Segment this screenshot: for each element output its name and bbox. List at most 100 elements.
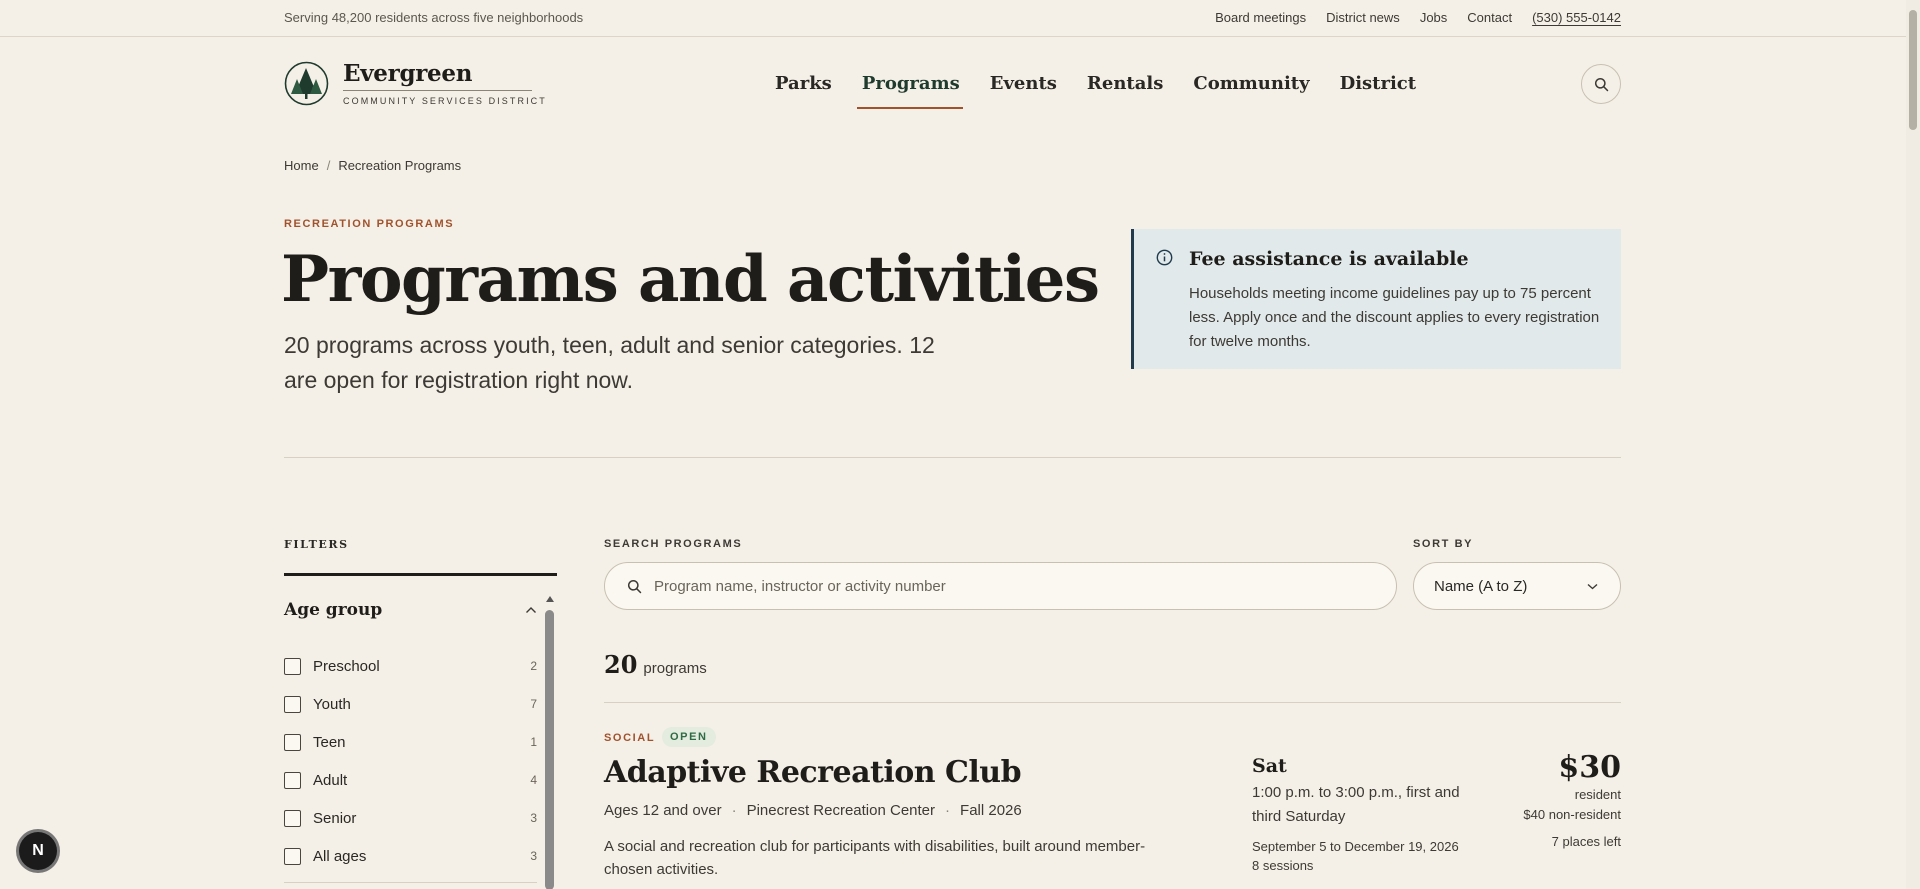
- schedule-sessions: 8 sessions: [1252, 858, 1314, 873]
- nav-parks[interactable]: Parks: [775, 73, 847, 109]
- option-label: Senior: [313, 809, 357, 827]
- option-count: 4: [530, 773, 537, 787]
- option-label: All ages: [313, 847, 367, 865]
- places-left: 7 places left: [1551, 834, 1621, 849]
- breadcrumb-current: Recreation Programs: [338, 158, 462, 173]
- age-option-youth[interactable]: Youth 7: [284, 685, 537, 723]
- phone-link[interactable]: (530) 555-0142: [1532, 10, 1621, 25]
- checkbox[interactable]: [284, 809, 301, 827]
- price-resident-label: resident: [1574, 787, 1621, 802]
- scroll-up-arrow-icon[interactable]: [546, 596, 554, 602]
- option-count: 3: [530, 811, 537, 825]
- search-label: SEARCH PROGRAMS: [604, 538, 743, 550]
- checkbox[interactable]: [284, 695, 301, 713]
- program-ages: Ages 12 and over: [604, 802, 722, 819]
- section-divider: [284, 457, 1621, 458]
- hero-eyebrow: RECREATION PROGRAMS: [284, 218, 455, 230]
- filters-divider: [284, 882, 537, 883]
- link-contact[interactable]: Contact: [1467, 10, 1512, 25]
- logo-subtitle: COMMUNITY SERVICES DISTRICT: [343, 95, 547, 106]
- filters-rule: [284, 573, 557, 576]
- price-amount: $30: [1558, 750, 1621, 785]
- link-jobs[interactable]: Jobs: [1420, 10, 1447, 25]
- program-description: A social and recreation club for partici…: [604, 838, 1146, 878]
- breadcrumb-home[interactable]: Home: [284, 158, 319, 173]
- tree-logo-icon: [284, 61, 329, 106]
- sort-label: SORT BY: [1413, 538, 1474, 550]
- link-district-news[interactable]: District news: [1326, 10, 1400, 25]
- option-count: 3: [530, 849, 537, 863]
- sort-value: Name (A to Z): [1434, 577, 1528, 595]
- results-count: 20 programs: [604, 650, 707, 679]
- nav-community[interactable]: Community: [1178, 73, 1324, 109]
- checkbox[interactable]: [284, 771, 301, 789]
- age-group-options: Preschool 2 Youth 7 Teen 1 Adult 4 Senio…: [284, 647, 537, 875]
- link-board-meetings[interactable]: Board meetings: [1215, 10, 1306, 25]
- breadcrumb-separator: /: [326, 158, 331, 173]
- chevron-down-icon: [1587, 583, 1598, 589]
- program-meta: Ages 12 and over · Pinecrest Recreation …: [604, 802, 1022, 819]
- program-price: $30 resident $40 non-resident 7 places l…: [1523, 750, 1621, 849]
- schedule-day: Sat: [1252, 755, 1287, 777]
- age-group-title: Age group: [284, 600, 383, 620]
- results-divider: [604, 702, 1621, 703]
- results-number: 20: [604, 650, 638, 679]
- program-location: Pinecrest Recreation Center: [746, 802, 936, 819]
- checkbox[interactable]: [284, 733, 301, 751]
- option-count: 1: [530, 735, 537, 749]
- info-icon: [1156, 249, 1173, 266]
- schedule-dates: September 5 to December 19, 2026: [1252, 839, 1459, 854]
- page-title: Programs and activities: [281, 242, 1100, 317]
- program-category: SOCIAL: [604, 732, 656, 744]
- main-nav: Parks Programs Events Rentals Community …: [775, 73, 1431, 109]
- sort-select[interactable]: Name (A to Z): [1413, 562, 1621, 610]
- tagline: Serving 48,200 residents across five nei…: [284, 10, 584, 25]
- program-title[interactable]: Adaptive Recreation Club: [604, 755, 1022, 790]
- nav-programs[interactable]: Programs: [847, 73, 975, 109]
- logo-name: Evergreen: [343, 61, 532, 91]
- option-label: Youth: [313, 695, 351, 713]
- meta-separator: ·: [945, 802, 951, 819]
- program-season: Fall 2026: [960, 802, 1022, 819]
- chevron-up-icon: [526, 607, 536, 613]
- utility-links: Board meetings District news Jobs Contac…: [1215, 10, 1621, 25]
- age-option-all-ages[interactable]: All ages 3: [284, 837, 537, 875]
- option-count: 2: [530, 659, 537, 673]
- age-option-senior[interactable]: Senior 3: [284, 799, 537, 837]
- site-header: Evergreen COMMUNITY SERVICES DISTRICT Pa…: [0, 37, 1906, 113]
- filters-scroll-thumb[interactable]: [545, 610, 554, 889]
- checkbox[interactable]: [284, 847, 301, 865]
- age-option-teen[interactable]: Teen 1: [284, 723, 537, 761]
- status-badge: OPEN: [662, 727, 716, 747]
- fee-notice-title: Fee assistance is available: [1189, 248, 1469, 270]
- nav-events[interactable]: Events: [975, 73, 1072, 109]
- program-search[interactable]: [604, 562, 1397, 610]
- results-unit: programs: [643, 660, 707, 677]
- age-option-adult[interactable]: Adult 4: [284, 761, 537, 799]
- nav-rentals[interactable]: Rentals: [1072, 73, 1178, 109]
- hero-description: 20 programs across youth, teen, adult an…: [284, 332, 935, 393]
- nav-district[interactable]: District: [1325, 73, 1432, 109]
- fee-notice-text: Households meeting income guidelines pay…: [1189, 285, 1600, 350]
- search-icon: [627, 579, 642, 593]
- checkbox[interactable]: [284, 657, 301, 675]
- fee-assistance-notice: Fee assistance is available Households m…: [1131, 229, 1621, 369]
- age-group-toggle[interactable]: Age group: [284, 600, 537, 620]
- program-schedule: Sat 1:00 p.m. to 3:00 p.m., first and th…: [1252, 755, 1482, 875]
- header-search-button[interactable]: [1581, 64, 1621, 104]
- option-label: Preschool: [313, 657, 380, 675]
- utility-bar: Serving 48,200 residents across five nei…: [0, 0, 1906, 37]
- price-nonresident: $40 non-resident: [1523, 807, 1621, 822]
- search-icon: [1594, 77, 1608, 91]
- page-scrollbar[interactable]: [1906, 0, 1920, 889]
- logo[interactable]: Evergreen COMMUNITY SERVICES DISTRICT: [284, 61, 547, 106]
- option-label: Teen: [313, 733, 346, 751]
- page-scroll-thumb[interactable]: [1909, 10, 1917, 130]
- breadcrumb: Home / Recreation Programs: [284, 158, 461, 173]
- filters-scrollbar[interactable]: [544, 596, 556, 889]
- filters-label: FILTERS: [284, 538, 349, 551]
- option-count: 7: [530, 697, 537, 711]
- n-badge-button[interactable]: N: [19, 832, 57, 870]
- search-input[interactable]: [654, 577, 1354, 595]
- age-option-preschool[interactable]: Preschool 2: [284, 647, 537, 685]
